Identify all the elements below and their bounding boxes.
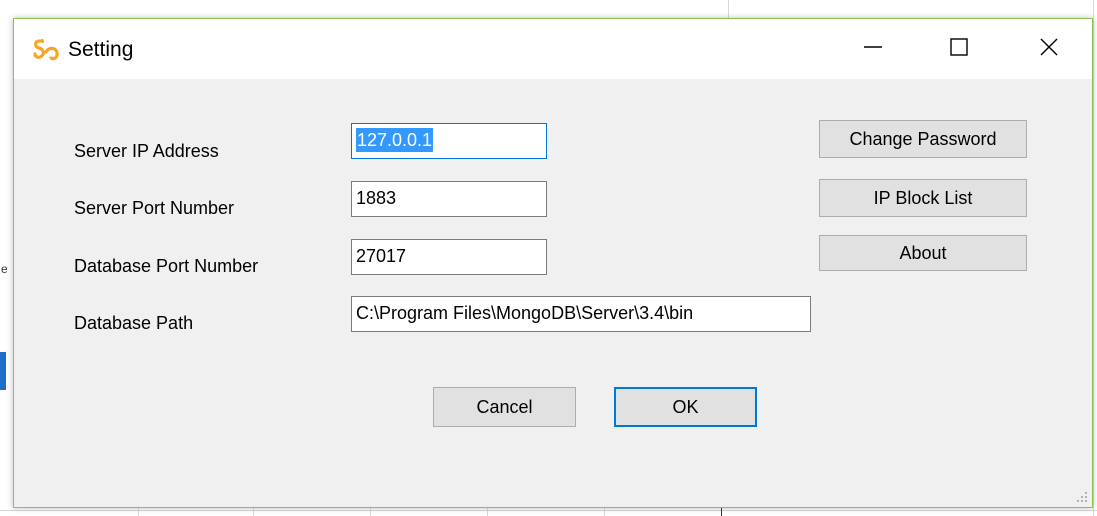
background-divider (728, 0, 729, 18)
cancel-button[interactable]: Cancel (433, 387, 576, 427)
app-logo-icon (31, 35, 61, 65)
database-port-label: Database Port Number (74, 256, 259, 276)
close-button[interactable] (1019, 19, 1079, 79)
maximize-button[interactable] (929, 19, 989, 79)
ok-button[interactable]: OK (614, 387, 757, 427)
database-port-value: 27017 (356, 246, 407, 266)
server-ip-value: 127.0.0.1 (356, 128, 434, 152)
close-icon (1039, 37, 1059, 62)
server-port-label: Server Port Number (74, 198, 235, 218)
background-divider (253, 508, 254, 516)
database-port-input[interactable]: 27017 (351, 239, 547, 275)
server-ip-label: Server IP Address (74, 141, 219, 161)
background-divider (138, 508, 139, 516)
minimize-button[interactable] (843, 19, 903, 79)
about-button[interactable]: About (819, 235, 1027, 271)
server-port-input[interactable]: 1883 (351, 181, 547, 217)
title-bar[interactable]: Setting (14, 19, 1092, 79)
background-divider (604, 508, 605, 516)
resize-grip-icon[interactable] (1074, 489, 1088, 503)
background-divider (1093, 0, 1094, 516)
background-text-fragment: e (1, 262, 7, 274)
database-path-label: Database Path (74, 313, 194, 333)
server-ip-input[interactable]: 127.0.0.1 (351, 123, 547, 159)
change-password-button[interactable]: Change Password (819, 120, 1027, 158)
window-title: Setting (68, 38, 134, 61)
ip-block-list-button[interactable]: IP Block List (819, 179, 1027, 217)
database-path-value: C:\Program Files\MongoDB\Server\3.4\bin (356, 303, 694, 323)
setting-dialog: Setting Server IP Address Server Port Nu… (13, 18, 1093, 508)
minimize-icon (863, 37, 883, 62)
background-divider (487, 508, 488, 516)
background-divider (721, 508, 722, 516)
maximize-icon (949, 37, 969, 62)
database-path-input[interactable]: C:\Program Files\MongoDB\Server\3.4\bin (351, 296, 811, 332)
background-divider (370, 508, 371, 516)
background-selection-marker (0, 352, 6, 390)
background-divider (0, 510, 1097, 511)
server-port-value: 1883 (356, 188, 397, 208)
